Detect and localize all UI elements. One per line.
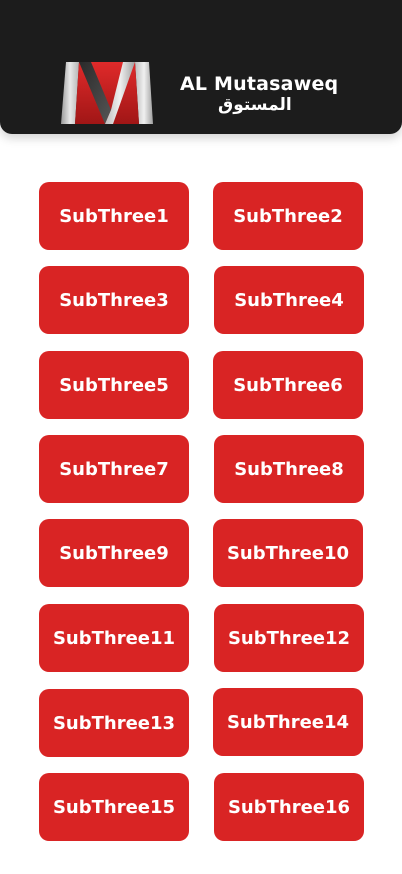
subthree-10-button[interactable]: SubThree10 [213, 519, 363, 587]
subthree-3-button[interactable]: SubThree3 [39, 266, 189, 334]
subthree-8-button[interactable]: SubThree8 [214, 435, 364, 503]
subthree-1-button[interactable]: SubThree1 [39, 182, 189, 250]
subcategory-grid: SubThree1 SubThree2 SubThree3 SubThree4 … [0, 0, 402, 874]
subthree-11-button[interactable]: SubThree11 [39, 604, 189, 672]
subthree-9-button[interactable]: SubThree9 [39, 519, 189, 587]
subthree-15-button[interactable]: SubThree15 [39, 773, 189, 841]
subthree-4-button[interactable]: SubThree4 [214, 266, 364, 334]
subthree-13-button[interactable]: SubThree13 [39, 689, 189, 757]
subthree-6-button[interactable]: SubThree6 [213, 351, 363, 419]
subthree-7-button[interactable]: SubThree7 [39, 435, 189, 503]
subthree-5-button[interactable]: SubThree5 [39, 351, 189, 419]
subthree-12-button[interactable]: SubThree12 [214, 604, 364, 672]
subthree-2-button[interactable]: SubThree2 [213, 182, 363, 250]
subthree-14-button[interactable]: SubThree14 [213, 688, 363, 756]
subthree-16-button[interactable]: SubThree16 [214, 773, 364, 841]
